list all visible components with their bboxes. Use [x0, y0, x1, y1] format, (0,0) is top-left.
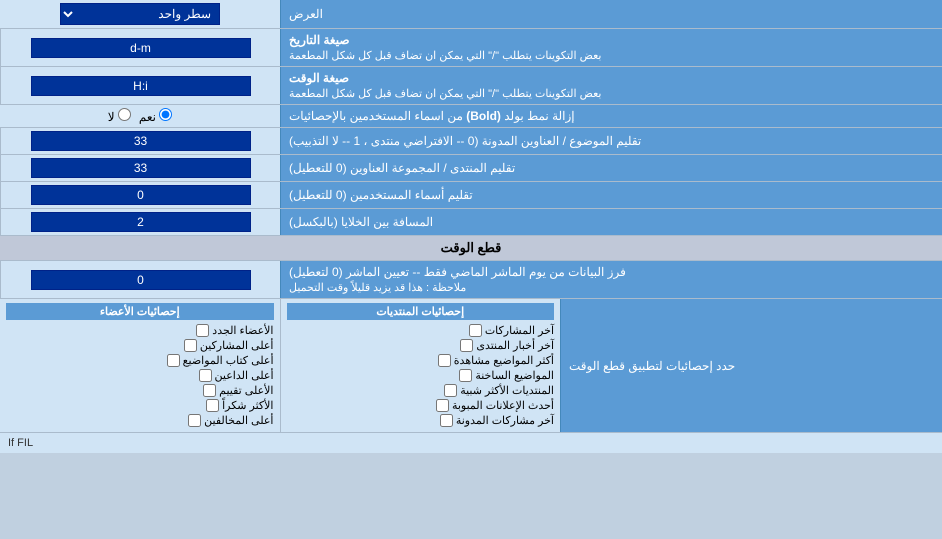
row-trim-forum: تقليم المنتدى / المجموعة العناوين (0 للت…: [0, 155, 942, 182]
label-time-format: صيغة الوقت بعض التكوينات يتطلب "/" التي …: [280, 67, 942, 104]
check-item-last-posts: آخر المشاركات: [287, 323, 555, 338]
radio-cell-bold: نعم لا: [0, 105, 280, 127]
cutoff-input[interactable]: [31, 270, 251, 290]
radio-no[interactable]: [118, 108, 131, 121]
checkbox-top-rated[interactable]: [203, 384, 216, 397]
radio-yes[interactable]: [159, 108, 172, 121]
row-cutoff: فرز البيانات من يوم الماشر الماضي فقط --…: [0, 261, 942, 299]
check-item-top-posters: أعلى المشاركين: [6, 338, 274, 353]
input-cell-trim-subject: [0, 128, 280, 154]
radio-label-no[interactable]: لا: [108, 108, 131, 124]
label-trim-forum: تقليم المنتدى / المجموعة العناوين (0 للت…: [280, 155, 942, 181]
check-item-similar-forums: المنتديات الأكثر شبية: [287, 383, 555, 398]
checkbox-top-inviters[interactable]: [199, 369, 212, 382]
checkbox-classified-ads[interactable]: [436, 399, 449, 412]
row-time-format: صيغة الوقت بعض التكوينات يتطلب "/" التي …: [0, 67, 942, 105]
checkbox-top-posters[interactable]: [184, 339, 197, 352]
radio-label-yes[interactable]: نعم: [139, 108, 172, 124]
checkbox-last-posts[interactable]: [469, 324, 482, 337]
row-cell-spacing: المسافة بين الخلايا (بالبكسل): [0, 209, 942, 236]
trim-forum-input[interactable]: [31, 158, 251, 178]
section-header-cutoff: قطع الوقت: [0, 236, 942, 261]
check-item-top-violators: أعلى المخالفين: [6, 413, 274, 428]
input-cell-time: [0, 67, 280, 104]
check-item-top-rated: الأعلى تقييم: [6, 383, 274, 398]
label-date-format: صيغة التاريخ بعض التكوينات يتطلب "/" الت…: [280, 29, 942, 66]
label-cell-spacing: المسافة بين الخلايا (بالبكسل): [280, 209, 942, 235]
label-trim-subject: تقليم الموضوع / العناوين المدونة (0 -- ا…: [280, 128, 942, 154]
row-bold: إزالة نمط بولد (Bold) من اسماء المستخدمي…: [0, 105, 942, 128]
stats-label: حدد إحصائيات لتطبيق قطع الوقت: [560, 299, 942, 432]
check-item-top-inviters: أعلى الداعين: [6, 368, 274, 383]
trim-subject-input[interactable]: [31, 131, 251, 151]
label-display: العرض: [280, 0, 942, 28]
row-date-format: صيغة التاريخ بعض التكوينات يتطلب "/" الت…: [0, 29, 942, 67]
checkbox-most-thanked[interactable]: [206, 399, 219, 412]
label-bold: إزالة نمط بولد (Bold) من اسماء المستخدمي…: [280, 105, 942, 127]
input-cell-trim-names: [0, 182, 280, 208]
check-item-hot-topics: المواضيع الساخنة: [287, 368, 555, 383]
check-item-most-thanked: الأكثر شكراً: [6, 398, 274, 413]
checkbox-blog-posts[interactable]: [440, 414, 453, 427]
col-member-stats: إحصائيات الأعضاء الأعضاء الجدد أعلى المش…: [0, 299, 280, 432]
input-cell-date: [0, 29, 280, 66]
label-cutoff: فرز البيانات من يوم الماشر الماضي فقط --…: [280, 261, 942, 298]
check-item-top-writers: أعلى كتاب المواضيع: [6, 353, 274, 368]
checkbox-forum-news[interactable]: [460, 339, 473, 352]
date-format-input[interactable]: [31, 38, 251, 58]
stats-row: حدد إحصائيات لتطبيق قطع الوقت إحصائيات ا…: [0, 299, 942, 433]
col-forum-stats: إحصائيات المنتديات آخر المشاركات آخر أخب…: [280, 299, 561, 432]
checkboxes-area: إحصائيات المنتديات آخر المشاركات آخر أخب…: [0, 299, 560, 432]
checkbox-top-violators[interactable]: [188, 414, 201, 427]
checkbox-most-viewed[interactable]: [438, 354, 451, 367]
checkbox-hot-topics[interactable]: [459, 369, 472, 382]
checkbox-top-writers[interactable]: [167, 354, 180, 367]
input-cell-cutoff: [0, 261, 280, 298]
checkbox-new-members[interactable]: [196, 324, 209, 337]
check-item-classified-ads: أحدث الإعلانات المبوبة: [287, 398, 555, 413]
trim-names-input[interactable]: [31, 185, 251, 205]
cell-spacing-input[interactable]: [31, 212, 251, 232]
time-format-input[interactable]: [31, 76, 251, 96]
bottom-text: If FIL: [0, 433, 942, 453]
col-member-header: إحصائيات الأعضاء: [6, 303, 274, 320]
col-forum-header: إحصائيات المنتديات: [287, 303, 555, 320]
check-item-forum-news: آخر أخبار المنتدى: [287, 338, 555, 353]
check-item-most-viewed: أكثر المواضيع مشاهدة: [287, 353, 555, 368]
checkbox-similar-forums[interactable]: [444, 384, 457, 397]
check-item-new-members: الأعضاء الجدد: [6, 323, 274, 338]
row-display: العرض سطر واحد سطران ثلاثة أسطر: [0, 0, 942, 29]
dropdown-cell-display: سطر واحد سطران ثلاثة أسطر: [0, 0, 280, 28]
display-dropdown[interactable]: سطر واحد سطران ثلاثة أسطر: [60, 3, 220, 25]
check-item-blog-posts: آخر مشاركات المدونة: [287, 413, 555, 428]
input-cell-spacing: [0, 209, 280, 235]
input-cell-trim-forum: [0, 155, 280, 181]
row-trim-subject: تقليم الموضوع / العناوين المدونة (0 -- ا…: [0, 128, 942, 155]
label-trim-names: تقليم أسماء المستخدمين (0 للتعطيل): [280, 182, 942, 208]
row-trim-names: تقليم أسماء المستخدمين (0 للتعطيل): [0, 182, 942, 209]
